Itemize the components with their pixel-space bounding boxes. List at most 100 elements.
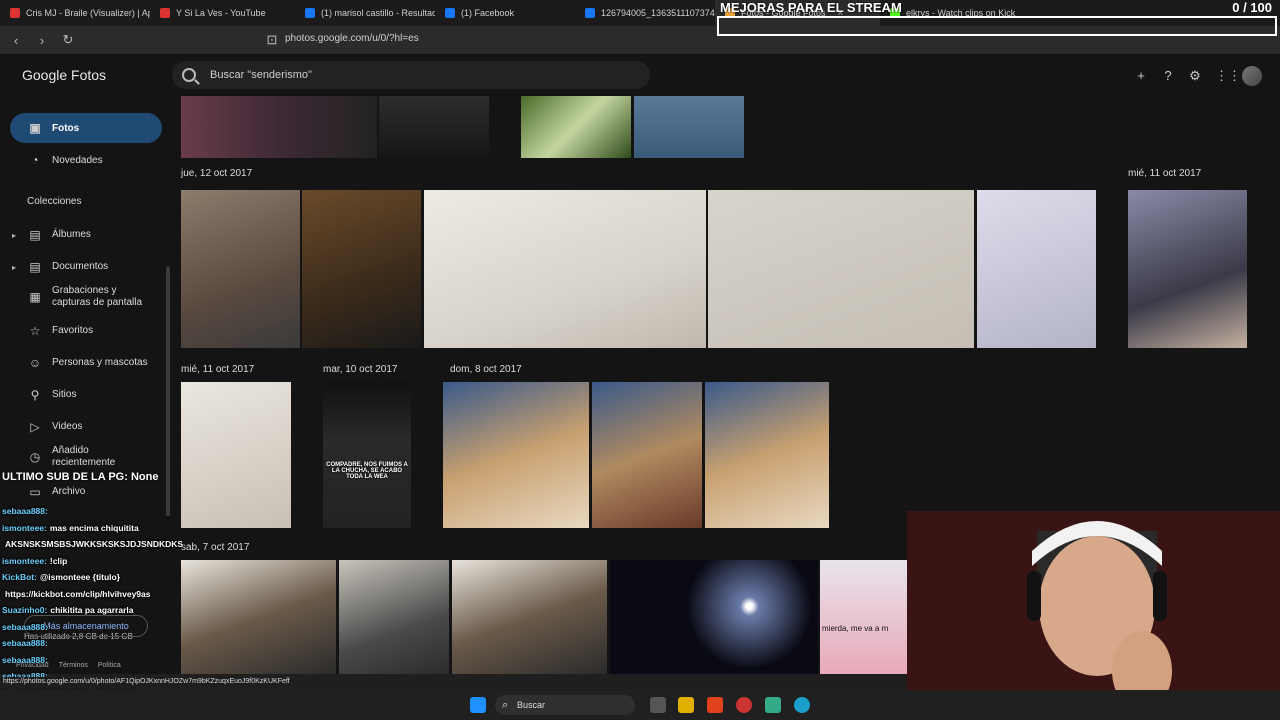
photo-thumbnail[interactable] <box>181 96 377 158</box>
photo-thumbnail[interactable] <box>1128 190 1247 348</box>
photo-thumbnail[interactable] <box>610 560 818 674</box>
globe-icon[interactable] <box>794 697 810 713</box>
sidebar-item-fotos[interactable]: ▣ Fotos <box>10 113 162 143</box>
chat-text: https://kickbot.com/clip/hlvihvey9as <box>5 588 151 599</box>
help-icon[interactable]: ? <box>1161 69 1175 83</box>
tab-favicon-icon <box>10 8 20 18</box>
photo-thumbnail[interactable] <box>379 96 489 158</box>
taskbar-search[interactable]: Buscar <box>495 695 635 715</box>
chat-text: AKSNSKSMSBSJWKKSKSKSJDJSNDKDKS <box>5 539 184 549</box>
search-icon <box>182 68 196 82</box>
sidebar-item-novedades[interactable]: ◔ Novedades <box>10 145 162 175</box>
browser-tab[interactable]: Y Si La Ves - YouTube <box>150 0 295 26</box>
photo-thumbnail[interactable] <box>181 382 291 528</box>
sidebar: ▣ Fotos ◔ Novedades Colecciones ▸ ▤ Álbumes ▸ ▤ Do… <box>0 96 172 674</box>
pin-icon: ⚲ <box>30 388 40 402</box>
photo-thumbnail[interactable] <box>424 190 706 348</box>
expand-arrow-icon[interactable]: ▸ <box>12 231 16 240</box>
address-url[interactable]: photos.google.com/u/0/?hl=es <box>285 33 419 44</box>
sidebar-item-label: Documentos <box>52 261 109 272</box>
sidebar-collection-item[interactable]: ☆ Favoritos <box>10 316 162 346</box>
chat-message: sebaaa888: <box>2 622 51 632</box>
sidebar-collection-item[interactable]: ▸ ▤ Documentos <box>10 252 162 282</box>
search-input[interactable]: Buscar "senderismo" <box>172 61 650 89</box>
archive-icon: ▭ <box>29 485 41 499</box>
photo-thumbnail[interactable] <box>521 96 631 158</box>
photo-thumbnail[interactable] <box>302 190 421 348</box>
browser-tab[interactable]: (1) marisol castillo - Resultado <box>295 0 435 26</box>
logo-fotos: Fotos <box>71 67 107 83</box>
meme-thumbnail[interactable]: mierda, me va a m <box>820 560 920 674</box>
bell-icon: ◔ <box>31 153 39 167</box>
chat-username: sebaaa888: <box>2 621 48 632</box>
sidebar-scrollbar[interactable] <box>166 266 170 516</box>
chat-username: sebaaa888: <box>2 654 48 665</box>
sidebar-item-label: Fotos <box>52 122 80 134</box>
app-icon[interactable] <box>765 697 781 713</box>
header-actions: + ? ⚙ ⋮⋮ <box>1134 66 1262 86</box>
chat-text: mas encima chiquitita <box>49 522 139 533</box>
app-logo[interactable]: Google Fotos <box>22 67 106 83</box>
chat-text: chikitita pa agarrarla <box>50 605 134 615</box>
tab-title: 126794005_136351110737445 <box>601 8 715 18</box>
brave-browser-icon[interactable] <box>707 697 723 713</box>
sidebar-collection-item[interactable]: ⚲ Sitios <box>10 380 162 410</box>
browser-tab[interactable]: 126794005_136351110737445 <box>575 0 715 26</box>
forward-icon[interactable]: › <box>32 33 52 48</box>
webcam-feed <box>907 511 1280 720</box>
apps-grid-icon[interactable]: ⋮⋮ <box>1215 69 1241 83</box>
meme-caption: COMPADRE, NOS FUIMOS A LA CHUCHA, SE ACA… <box>326 462 408 480</box>
sidebar-collection-item[interactable]: ☺ Personas y mascotas <box>10 348 162 378</box>
browser-tab[interactable]: Cris MJ - Braile (Visualizer) | Ap <box>0 0 150 26</box>
webcam-person-image <box>907 511 1280 720</box>
sidebar-collection-item[interactable]: ▷ Videos <box>10 412 162 442</box>
app-header: Google Fotos Buscar "senderismo" + ? ⚙ ⋮… <box>0 54 1280 96</box>
chat-username: ismonteee: <box>2 522 47 533</box>
sidebar-collection-item[interactable]: ▦ Grabaciones y capturas de pantalla <box>10 279 162 315</box>
photo-thumbnail[interactable] <box>339 560 449 674</box>
reload-icon[interactable]: ↻ <box>58 32 78 48</box>
file-explorer-icon[interactable] <box>678 697 694 713</box>
footer-link[interactable]: Política <box>98 662 121 669</box>
sidebar-collection-item[interactable]: ◷ Añadido recientemente <box>10 439 162 475</box>
play-icon: ▷ <box>30 420 40 434</box>
settings-gear-icon[interactable]: ⚙ <box>1188 69 1202 83</box>
bookmark-icon[interactable]: ⊡ <box>262 32 282 48</box>
sidebar-collection-item[interactable]: ▸ ▤ Álbumes <box>10 220 162 250</box>
add-icon[interactable]: + <box>1134 69 1148 83</box>
date-heading: sab, 7 oct 2017 <box>181 542 250 553</box>
date-heading: mar, 10 oct 2017 <box>323 364 398 375</box>
screenshot-icon: ▦ <box>29 290 41 304</box>
stream-goal-counter: 0 / 100 <box>1232 0 1272 15</box>
photo-thumbnail[interactable] <box>181 190 300 348</box>
last-sub-label: ULTIMO SUB DE LA PG: None <box>2 471 159 483</box>
search-placeholder: Buscar "senderismo" <box>210 69 312 81</box>
back-icon[interactable]: ‹ <box>6 33 26 48</box>
date-heading: jue, 12 oct 2017 <box>181 168 253 179</box>
meme-thumbnail[interactable]: COMPADRE, NOS FUIMOS A LA CHUCHA, SE ACA… <box>323 382 411 528</box>
obs-icon[interactable] <box>736 697 752 713</box>
tab-favicon-icon <box>160 8 170 18</box>
photo-thumbnail[interactable] <box>443 382 589 528</box>
expand-arrow-icon[interactable]: ▸ <box>12 263 16 272</box>
photo-thumbnail[interactable] <box>977 190 1096 348</box>
photo-thumbnail[interactable] <box>705 382 829 528</box>
tab-title: (1) Facebook <box>461 8 515 18</box>
tab-title: Y Si La Ves - YouTube <box>176 8 266 18</box>
browser-tab[interactable]: (1) Facebook <box>435 0 575 26</box>
chat-message: ismonteee: mas encima chiquitita <box>2 523 139 533</box>
photo-thumbnail[interactable] <box>181 560 336 674</box>
chat-message: sebaaa888: <box>2 655 51 665</box>
task-view-icon[interactable] <box>650 697 666 713</box>
photo-thumbnail[interactable] <box>452 560 607 674</box>
windows-start-icon[interactable] <box>470 697 486 713</box>
star-icon: ☆ <box>29 324 41 338</box>
status-url: https://photos.google.com/u/0/photo/AF1Q… <box>0 677 293 686</box>
footer-link[interactable]: Términos <box>59 662 88 669</box>
photo-thumbnail[interactable] <box>708 190 974 348</box>
photo-thumbnail[interactable] <box>592 382 702 528</box>
sidebar-item-label: Novedades <box>52 154 103 166</box>
photo-thumbnail[interactable] <box>634 96 744 158</box>
avatar[interactable] <box>1242 66 1262 86</box>
date-heading: mié, 11 oct 2017 <box>181 364 255 375</box>
